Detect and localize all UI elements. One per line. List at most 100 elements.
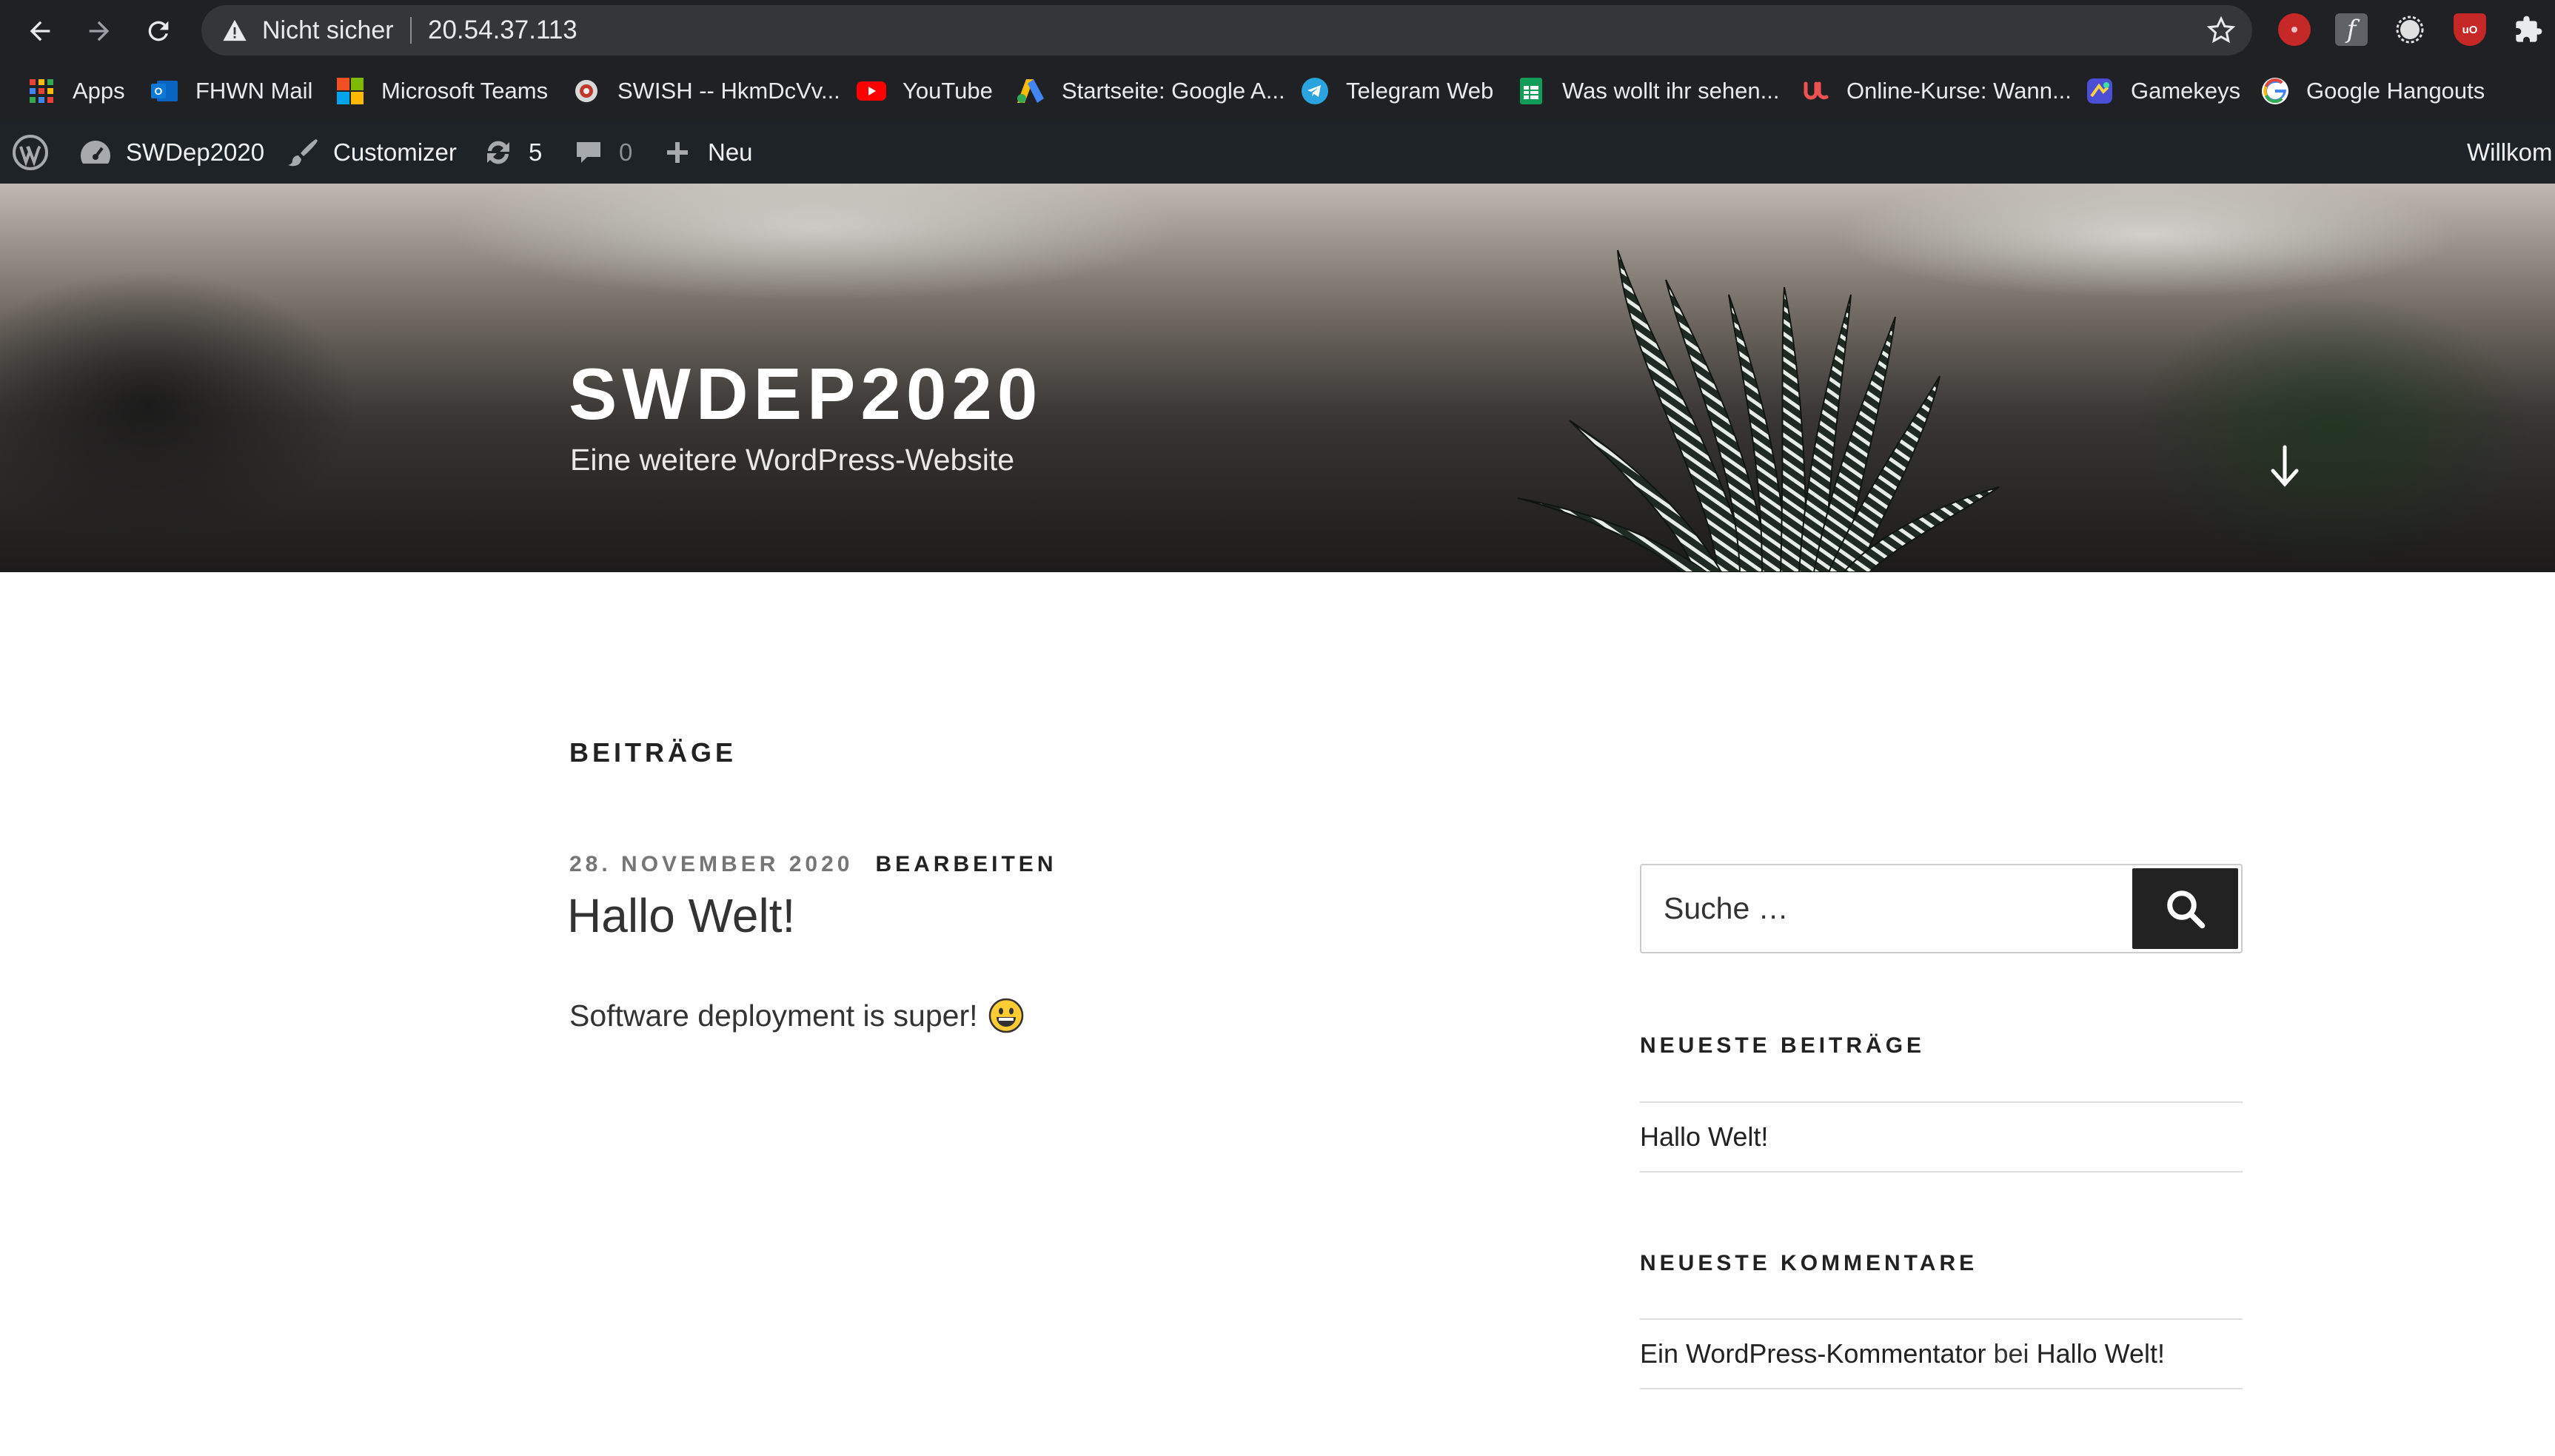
post-text: Software deployment is super! — [569, 998, 978, 1033]
bookmark-swish[interactable]: SWISH -- HkmDcVv... — [572, 61, 840, 121]
browser-toolbar: Nicht sicher 20.54.37.113 f uO — [0, 0, 2555, 61]
google-ads-icon — [1016, 76, 1045, 106]
bookmark-apps[interactable]: Apps — [27, 61, 125, 121]
url-text[interactable]: 20.54.37.113 — [428, 5, 577, 56]
dashboard-gauge-icon — [77, 134, 114, 171]
bookmark-label: Apps — [73, 78, 125, 104]
bookmark-label: SWISH -- HkmDcVv... — [617, 78, 840, 104]
plus-icon — [659, 134, 696, 171]
header-overlay — [0, 184, 2555, 572]
wp-comments[interactable]: 0 — [570, 121, 632, 184]
post-date-link[interactable]: 28. NOVEMBER 2020 — [569, 852, 853, 877]
comment-bubble-icon — [570, 134, 607, 171]
wp-admin-bar: SWDep2020 Customizer 5 0 Neu Willkom — [0, 121, 2555, 184]
telegram-icon — [1300, 76, 1330, 106]
bookmark-label: Telegram Web — [1346, 78, 1494, 104]
scroll-down-arrow-icon[interactable] — [2267, 444, 2303, 489]
comment-post-link[interactable]: Hallo Welt! — [2037, 1338, 2165, 1369]
extension-f-icon[interactable]: f — [2335, 13, 2368, 46]
google-icon — [2260, 76, 2290, 106]
recent-posts-title: NEUESTE BEITRÄGE — [1640, 1033, 1926, 1058]
brush-icon — [284, 134, 321, 171]
bookmark-label: Microsoft Teams — [381, 78, 549, 104]
wp-site-name[interactable]: SWDep2020 — [77, 121, 264, 184]
bookmarks-bar: Apps O FHWN Mail Microsoft Teams SWISH -… — [0, 61, 2555, 121]
comments-count: 0 — [619, 138, 633, 166]
search-icon — [2166, 890, 2205, 928]
bookmark-label: Was wollt ihr sehen... — [1562, 78, 1780, 104]
page-title: BEITRÄGE — [569, 737, 737, 768]
greeting-label: Willkom — [2467, 138, 2553, 166]
wp-updates[interactable]: 5 — [480, 121, 542, 184]
gamekeys-icon — [2085, 76, 2114, 106]
apps-grid-icon — [27, 76, 56, 106]
bookmark-youtube[interactable]: YouTube — [857, 61, 993, 121]
bookmark-label: Gamekeys — [2131, 78, 2241, 104]
grinning-emoji-icon — [988, 998, 1023, 1033]
bookmark-was-wollt-ihr[interactable]: Was wollt ihr sehen... — [1516, 61, 1779, 121]
bookmark-label: Google Hangouts — [2306, 78, 2485, 104]
search-button[interactable] — [2132, 868, 2238, 949]
youtube-icon — [857, 76, 886, 106]
extension-red-icon[interactable] — [2278, 13, 2311, 46]
swish-icon — [572, 76, 601, 106]
forward-arrow-icon — [89, 21, 110, 41]
ublock-icon[interactable]: uO — [2454, 13, 2486, 46]
recent-post-link[interactable]: Hallo Welt! — [1640, 1103, 2243, 1171]
site-title[interactable]: SWDEP2020 — [569, 352, 1042, 436]
search-input[interactable] — [1664, 865, 2078, 952]
wordpress-logo-icon — [12, 134, 49, 171]
updates-refresh-icon — [480, 134, 517, 171]
wp-account-greeting[interactable]: Willkom — [2467, 121, 2552, 184]
bookmark-telegram-web[interactable]: Telegram Web — [1300, 61, 1493, 121]
site-name-label: SWDep2020 — [126, 138, 265, 166]
post-content: Software deployment is super! — [569, 998, 1024, 1033]
outlook-icon: O — [150, 76, 179, 106]
recent-comments-list: Ein WordPress-Kommentator bei Hallo Welt… — [1640, 1318, 2243, 1389]
svg-text:O: O — [155, 85, 163, 97]
extensions-puzzle-icon[interactable] — [2512, 13, 2545, 46]
back-arrow-icon — [30, 21, 50, 41]
bookmark-fhwn-mail[interactable]: O FHWN Mail — [150, 61, 312, 121]
site-description: Eine weitere WordPress-Website — [570, 443, 1015, 477]
comment-author[interactable]: Ein WordPress-Kommentator — [1640, 1338, 1986, 1369]
bookmark-microsoft-teams[interactable]: Microsoft Teams — [335, 61, 548, 121]
sheets-icon — [1516, 76, 1546, 106]
address-bar[interactable]: Nicht sicher 20.54.37.113 — [201, 5, 2252, 56]
microsoft-icon — [335, 76, 365, 106]
wp-logo-menu[interactable] — [12, 121, 61, 184]
omnibox-divider — [410, 17, 412, 44]
recent-comment-item: Ein WordPress-Kommentator bei Hallo Welt… — [1640, 1320, 2243, 1388]
bookmark-google-ads[interactable]: Startseite: Google A... — [1016, 61, 1285, 121]
bookmark-label: FHWN Mail — [195, 78, 313, 104]
bookmark-google-hangouts[interactable]: Google Hangouts — [2260, 61, 2485, 121]
post-edit-link[interactable]: BEARBEITEN — [875, 852, 1057, 877]
recent-comments-title: NEUESTE KOMMENTARE — [1640, 1251, 1978, 1275]
bookmark-label: YouTube — [903, 78, 993, 104]
extension-sun-icon[interactable] — [2394, 13, 2426, 46]
customizer-label: Customizer — [333, 138, 457, 166]
bookmark-online-kurse[interactable]: Online-Kurse: Wann... — [1801, 61, 2072, 121]
back-button[interactable] — [16, 7, 64, 55]
forward-button[interactable] — [76, 7, 123, 55]
udemy-icon — [1801, 76, 1830, 106]
site-header-image: SWDEP2020 Eine weitere WordPress-Website — [0, 184, 2555, 572]
post-meta: 28. NOVEMBER 2020 BEARBEITEN — [569, 852, 1057, 877]
reload-icon — [148, 21, 169, 41]
reload-button[interactable] — [135, 7, 182, 55]
new-label: Neu — [708, 138, 753, 166]
wp-customizer[interactable]: Customizer — [284, 121, 457, 184]
bookmark-label: Startseite: Google A... — [1062, 78, 1285, 104]
updates-count: 5 — [529, 138, 543, 166]
bookmark-label: Online-Kurse: Wann... — [1846, 78, 2072, 104]
succulent-plant-image — [1517, 249, 2000, 572]
bookmark-gamekeys[interactable]: Gamekeys — [2085, 61, 2240, 121]
security-status[interactable]: Nicht sicher — [262, 5, 394, 56]
wp-new-content[interactable]: Neu — [659, 121, 753, 184]
recent-posts-list: Hallo Welt! — [1640, 1101, 2243, 1172]
search-form — [1640, 864, 2243, 953]
bookmark-star-icon[interactable] — [2206, 16, 2236, 45]
warning-icon[interactable] — [222, 19, 247, 42]
comment-connector: bei — [1993, 1338, 2029, 1369]
post-title-link[interactable]: Hallo Welt! — [567, 888, 795, 943]
